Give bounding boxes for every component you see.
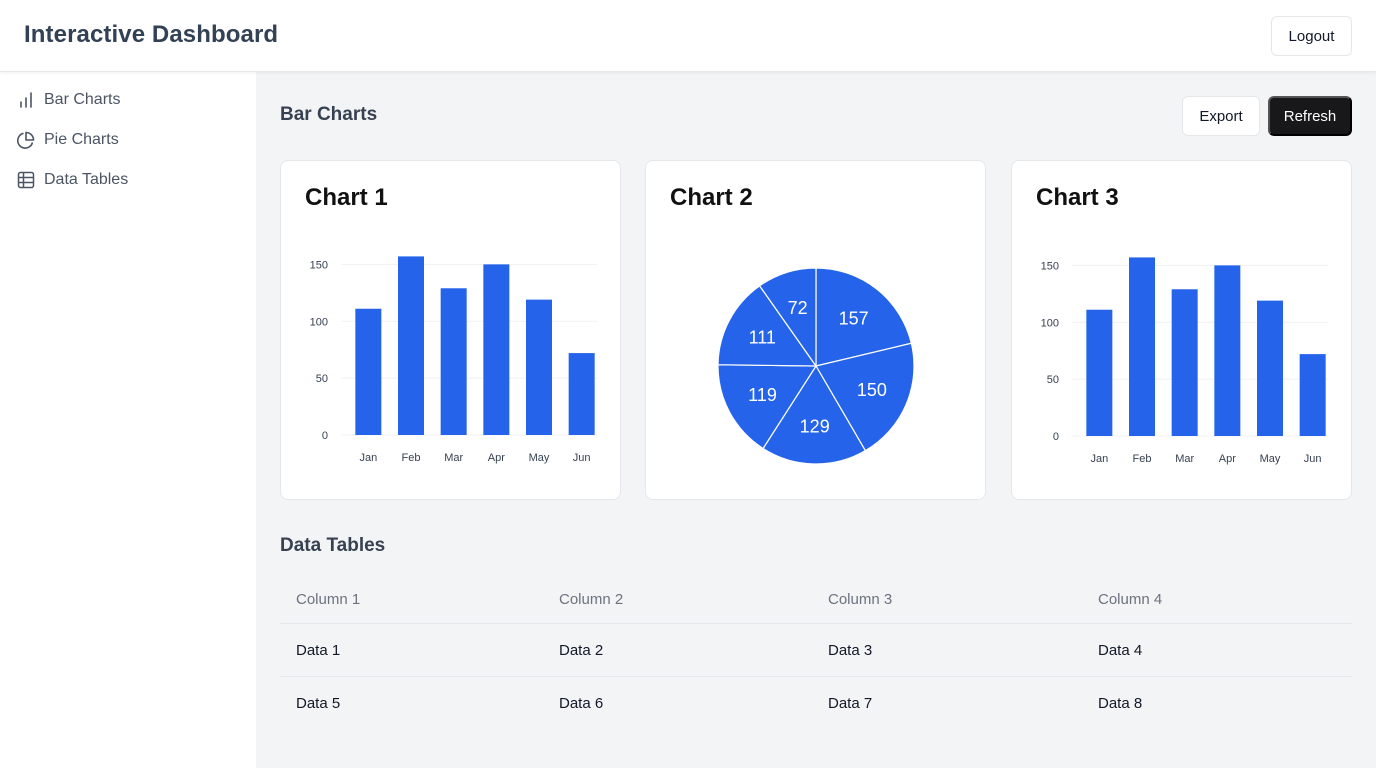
x-tick-label: Jun xyxy=(1304,453,1322,465)
table-icon xyxy=(16,170,36,190)
bar-chart: 0 50 100 150 Jan Feb Mar Apr May Jun xyxy=(1041,257,1328,465)
pie-chart: 157 150 129 119 111 72 xyxy=(717,267,915,465)
column-header: Column 3 xyxy=(828,591,893,608)
slice-label: 129 xyxy=(800,417,830,437)
table-cell: Data 7 xyxy=(828,695,873,712)
sidebar-item-label: Data Tables xyxy=(44,171,129,188)
sidebar: Bar Charts Pie Charts Data Tables xyxy=(0,72,256,768)
y-tick-label: 150 xyxy=(310,259,328,271)
sidebar-item-data-tables[interactable]: Data Tables xyxy=(16,168,128,192)
main-content: Bar Charts Export Refresh Chart 1 0 50 100… xyxy=(256,72,1376,768)
bar-chart-icon xyxy=(16,90,36,110)
column-header: Column 1 xyxy=(296,591,361,608)
y-tick-label: 0 xyxy=(322,430,328,442)
chart-card-3: Chart 3 0 50 100 150 Jan Feb Mar Apr May Jun xyxy=(1011,160,1352,500)
y-tick-label: 50 xyxy=(1047,374,1059,386)
bar xyxy=(398,256,424,435)
y-tick-label: 100 xyxy=(310,316,328,328)
slice-label: 150 xyxy=(857,380,887,400)
data-table: Column 1 Column 2 Column 3 Column 4 Data… xyxy=(280,576,1352,730)
bar xyxy=(1171,289,1198,436)
app-title: Interactive Dashboard xyxy=(24,21,279,48)
y-tick-label: 100 xyxy=(1041,317,1059,329)
export-button[interactable]: Export xyxy=(1182,96,1260,136)
x-tick-label: Jan xyxy=(1090,453,1108,465)
chart-card-2: Chart 2 157 150 129 119 111 72 xyxy=(645,160,986,500)
bar xyxy=(1129,257,1155,436)
table-cell: Data 2 xyxy=(559,641,604,659)
column-header: Column 2 xyxy=(559,591,624,608)
slice-label: 72 xyxy=(788,298,808,318)
x-tick-label: Feb xyxy=(1133,453,1152,465)
bar-chart: 0 50 100 150 Jan Feb Mar Apr May Jun xyxy=(310,256,597,464)
x-tick-label: Mar xyxy=(1175,453,1194,465)
bar xyxy=(568,353,595,435)
x-tick-label: Jan xyxy=(359,452,377,464)
table-row: Data 1 Data 2 Data 3 Data 4 xyxy=(280,624,1352,677)
bar xyxy=(483,264,510,435)
bar xyxy=(1214,265,1241,436)
y-tick-label: 50 xyxy=(316,373,328,385)
x-tick-label: Feb xyxy=(402,452,421,464)
bar xyxy=(1257,300,1283,436)
x-tick-label: Apr xyxy=(488,452,505,464)
top-bar: Interactive Dashboard Logout xyxy=(0,0,1376,72)
bar xyxy=(355,308,382,435)
table-cell: Data 5 xyxy=(296,695,341,712)
section-title: Bar Charts xyxy=(280,104,378,125)
slice-label: 111 xyxy=(749,328,776,348)
sidebar-item-bar-charts[interactable]: Bar Charts xyxy=(16,88,120,112)
sidebar-item-pie-charts[interactable]: Pie Charts xyxy=(16,128,119,152)
sidebar-item-label: Bar Charts xyxy=(44,91,121,108)
slice-label: 157 xyxy=(839,308,869,328)
table-cell: Data 4 xyxy=(1098,641,1143,659)
table-row: Data 5 Data 6 Data 7 Data 8 xyxy=(280,677,1352,730)
table-cell: Data 8 xyxy=(1098,695,1143,712)
tables-title: Data Tables xyxy=(280,535,386,556)
table-cell: Data 3 xyxy=(828,641,873,659)
chart-card-1: Chart 1 0 50 100 150 Jan Feb Mar Apr May Jun xyxy=(280,160,621,500)
x-tick-label: May xyxy=(529,452,550,464)
refresh-button[interactable]: Refresh xyxy=(1268,96,1352,136)
pie-chart-icon xyxy=(16,130,36,150)
y-tick-label: 0 xyxy=(1053,431,1059,443)
column-header: Column 4 xyxy=(1098,591,1163,608)
x-tick-label: Mar xyxy=(444,452,463,464)
table-header-row: Column 1 Column 2 Column 3 Column 4 xyxy=(280,576,1352,624)
table-cell: Data 1 xyxy=(296,641,341,659)
bar xyxy=(440,288,467,435)
table-cell: Data 6 xyxy=(559,695,604,712)
sidebar-item-label: Pie Charts xyxy=(44,131,119,148)
x-tick-label: Apr xyxy=(1219,453,1236,465)
x-tick-label: Jun xyxy=(573,452,591,464)
y-tick-label: 150 xyxy=(1041,260,1059,272)
bar xyxy=(1086,309,1113,436)
x-tick-label: May xyxy=(1260,453,1281,465)
logout-button[interactable]: Logout xyxy=(1271,16,1352,56)
slice-label: 119 xyxy=(748,385,777,405)
bar xyxy=(1299,354,1326,436)
bar xyxy=(526,299,552,435)
